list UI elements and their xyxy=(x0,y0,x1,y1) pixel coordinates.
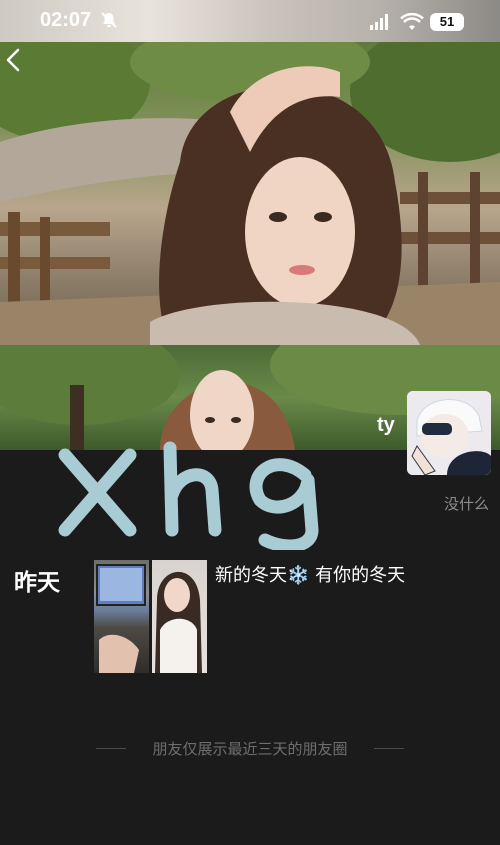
post-image-left xyxy=(94,560,149,673)
status-bar: 02:07 51 xyxy=(0,0,500,42)
post-text-before: 新的冬天 xyxy=(215,565,287,586)
footer-note: 朋友仅展示最近三天的朋友圈 xyxy=(152,740,348,758)
chevron-left-icon[interactable] xyxy=(0,42,26,78)
post-text-after: 有你的冬天 xyxy=(315,565,406,586)
handwriting-signature: xhg xyxy=(58,441,319,550)
post-image-right-illustration xyxy=(155,571,202,673)
avatar-illustration xyxy=(407,391,491,475)
battery-icon: 51 xyxy=(430,13,464,31)
wifi-icon xyxy=(400,13,424,30)
signal-icon xyxy=(370,14,388,30)
status-time: 02:07 xyxy=(40,9,92,31)
post-image-left-illustration xyxy=(96,564,146,673)
battery-level: 51 xyxy=(439,14,455,29)
profile-nickname[interactable]: ty xyxy=(377,414,395,437)
post-image-right xyxy=(152,560,207,673)
post-text: 新的冬天❄️ 有你的冬天 xyxy=(215,561,405,587)
cover-photo-illustration xyxy=(0,42,500,345)
post-date: 昨天 xyxy=(14,570,60,596)
avatar[interactable] xyxy=(407,391,491,475)
mute-bell-icon xyxy=(101,12,117,28)
profile-signature: 没什么 xyxy=(443,495,489,513)
post-image[interactable] xyxy=(94,560,207,673)
cover-photo[interactable] xyxy=(0,42,500,345)
snowflake-icon: ❄️ xyxy=(287,565,310,586)
